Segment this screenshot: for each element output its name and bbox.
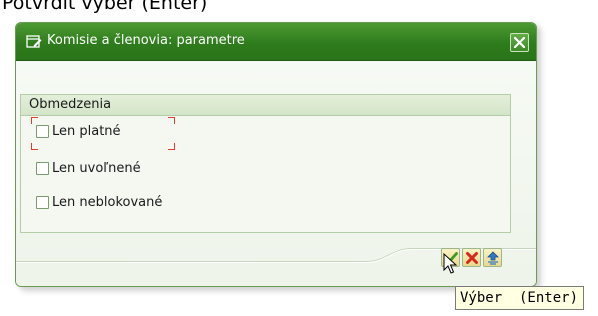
tooltip: Výber (Enter) bbox=[455, 286, 584, 310]
close-button[interactable] bbox=[510, 33, 529, 52]
checkbox-len-neblokovane[interactable]: Len neblokované bbox=[36, 193, 162, 211]
edit-window-icon bbox=[26, 35, 42, 48]
multiple-selection-button[interactable] bbox=[483, 248, 502, 267]
focus-marker bbox=[31, 143, 38, 150]
mouse-cursor-icon bbox=[443, 253, 457, 274]
focus-marker bbox=[31, 117, 38, 124]
checkbox-box[interactable] bbox=[36, 195, 49, 209]
checkbox-box[interactable] bbox=[36, 161, 49, 175]
checkbox-box[interactable] bbox=[36, 124, 49, 138]
checkbox-label: Len platné bbox=[52, 123, 121, 139]
dialog-title: Komisie a členovia: parametre bbox=[47, 33, 245, 48]
dialog-titlebar[interactable]: Komisie a členovia: parametre bbox=[16, 23, 536, 61]
group-header: Obmedzenia bbox=[21, 95, 510, 116]
checkbox-len-platne[interactable]: Len platné bbox=[36, 122, 121, 140]
cancel-x-icon bbox=[466, 252, 478, 264]
focus-marker bbox=[168, 117, 175, 124]
checkbox-label: Len neblokované bbox=[52, 194, 163, 210]
checkbox-len-uvolnene[interactable]: Len uvoľnené bbox=[36, 159, 141, 177]
parameters-dialog: Komisie a členovia: parametre Obmedzenia… bbox=[15, 22, 537, 287]
restrictions-group: Obmedzenia Len platné Len uvoľnené Len n… bbox=[20, 94, 511, 233]
focus-marker bbox=[168, 143, 175, 150]
page-heading: Potvrdiť výber (Enter) bbox=[2, 0, 208, 14]
close-icon bbox=[514, 37, 525, 48]
multiple-selection-icon bbox=[487, 251, 499, 265]
checkbox-label: Len uvoľnené bbox=[52, 160, 141, 176]
group-title: Obmedzenia bbox=[29, 97, 112, 112]
cancel-button[interactable] bbox=[462, 248, 481, 267]
